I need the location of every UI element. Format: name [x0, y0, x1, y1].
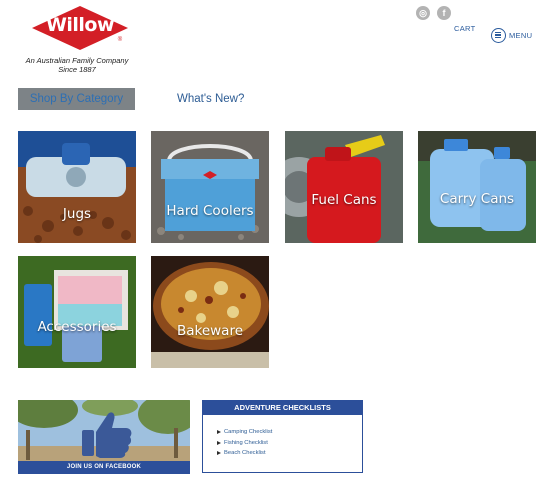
category-label: Accessories — [37, 319, 117, 335]
instagram-icon[interactable]: ◎ — [416, 6, 430, 20]
jugs-image — [18, 131, 136, 243]
category-label: Hard Coolers — [166, 203, 254, 219]
category-tile-jugs[interactable]: Jugs — [18, 131, 136, 243]
category-tile-fuel-cans[interactable]: Fuel Cans — [285, 131, 403, 243]
adventure-checklists: ADVENTURE CHECKLISTS Camping Checklist F… — [202, 400, 363, 473]
hard-coolers-image — [151, 131, 269, 243]
category-label: Fuel Cans — [311, 192, 377, 208]
checklist-links: Camping Checklist Fishing Checklist Beac… — [203, 415, 362, 459]
page: Willow ® An Australian Family Company Si… — [0, 0, 555, 480]
willow-logo[interactable]: Willow ® An Australian Family Company Si… — [22, 6, 132, 74]
category-tile-hard-coolers[interactable]: Hard Coolers — [151, 131, 269, 243]
checklist-link-camping[interactable]: Camping Checklist — [217, 427, 362, 438]
menu-label: MENU — [509, 30, 533, 40]
join-facebook-label: JOIN US ON FACEBOOK — [18, 461, 190, 474]
tab-whats-new[interactable]: What's New? — [177, 88, 244, 110]
menu-button[interactable]: MENU — [491, 27, 551, 43]
category-tile-carry-cans[interactable]: Carry Cans — [418, 131, 536, 243]
checklists-title: ADVENTURE CHECKLISTS — [203, 401, 362, 415]
category-label: Jugs — [62, 206, 92, 222]
facebook-promo[interactable]: JOIN US ON FACEBOOK — [18, 400, 190, 474]
facebook-icon[interactable]: f — [437, 6, 451, 20]
cart-link[interactable]: CART — [454, 24, 475, 33]
category-tile-bakeware[interactable]: Bakeware — [151, 256, 269, 368]
accessories-image — [18, 256, 136, 368]
category-label: Carry Cans — [439, 191, 515, 207]
logo-brand: Willow — [45, 14, 115, 36]
registered-mark: ® — [116, 36, 124, 44]
category-label: Bakeware — [176, 323, 244, 339]
tagline-line-1: An Australian Family Company — [25, 56, 129, 65]
hamburger-icon — [491, 27, 506, 43]
carry-cans-image — [418, 131, 536, 243]
logo-tagline: An Australian Family Company Since 1887 — [22, 56, 132, 74]
checklist-link-beach[interactable]: Beach Checklist — [217, 448, 362, 459]
fuel-cans-image — [285, 131, 403, 243]
checklist-link-fishing[interactable]: Fishing Checklist — [217, 438, 362, 449]
tab-shop-by-category[interactable]: Shop By Category — [18, 88, 135, 110]
bakeware-image — [151, 256, 269, 368]
category-tile-accessories[interactable]: Accessories — [18, 256, 136, 368]
tagline-line-2: Since 1887 — [58, 65, 96, 74]
